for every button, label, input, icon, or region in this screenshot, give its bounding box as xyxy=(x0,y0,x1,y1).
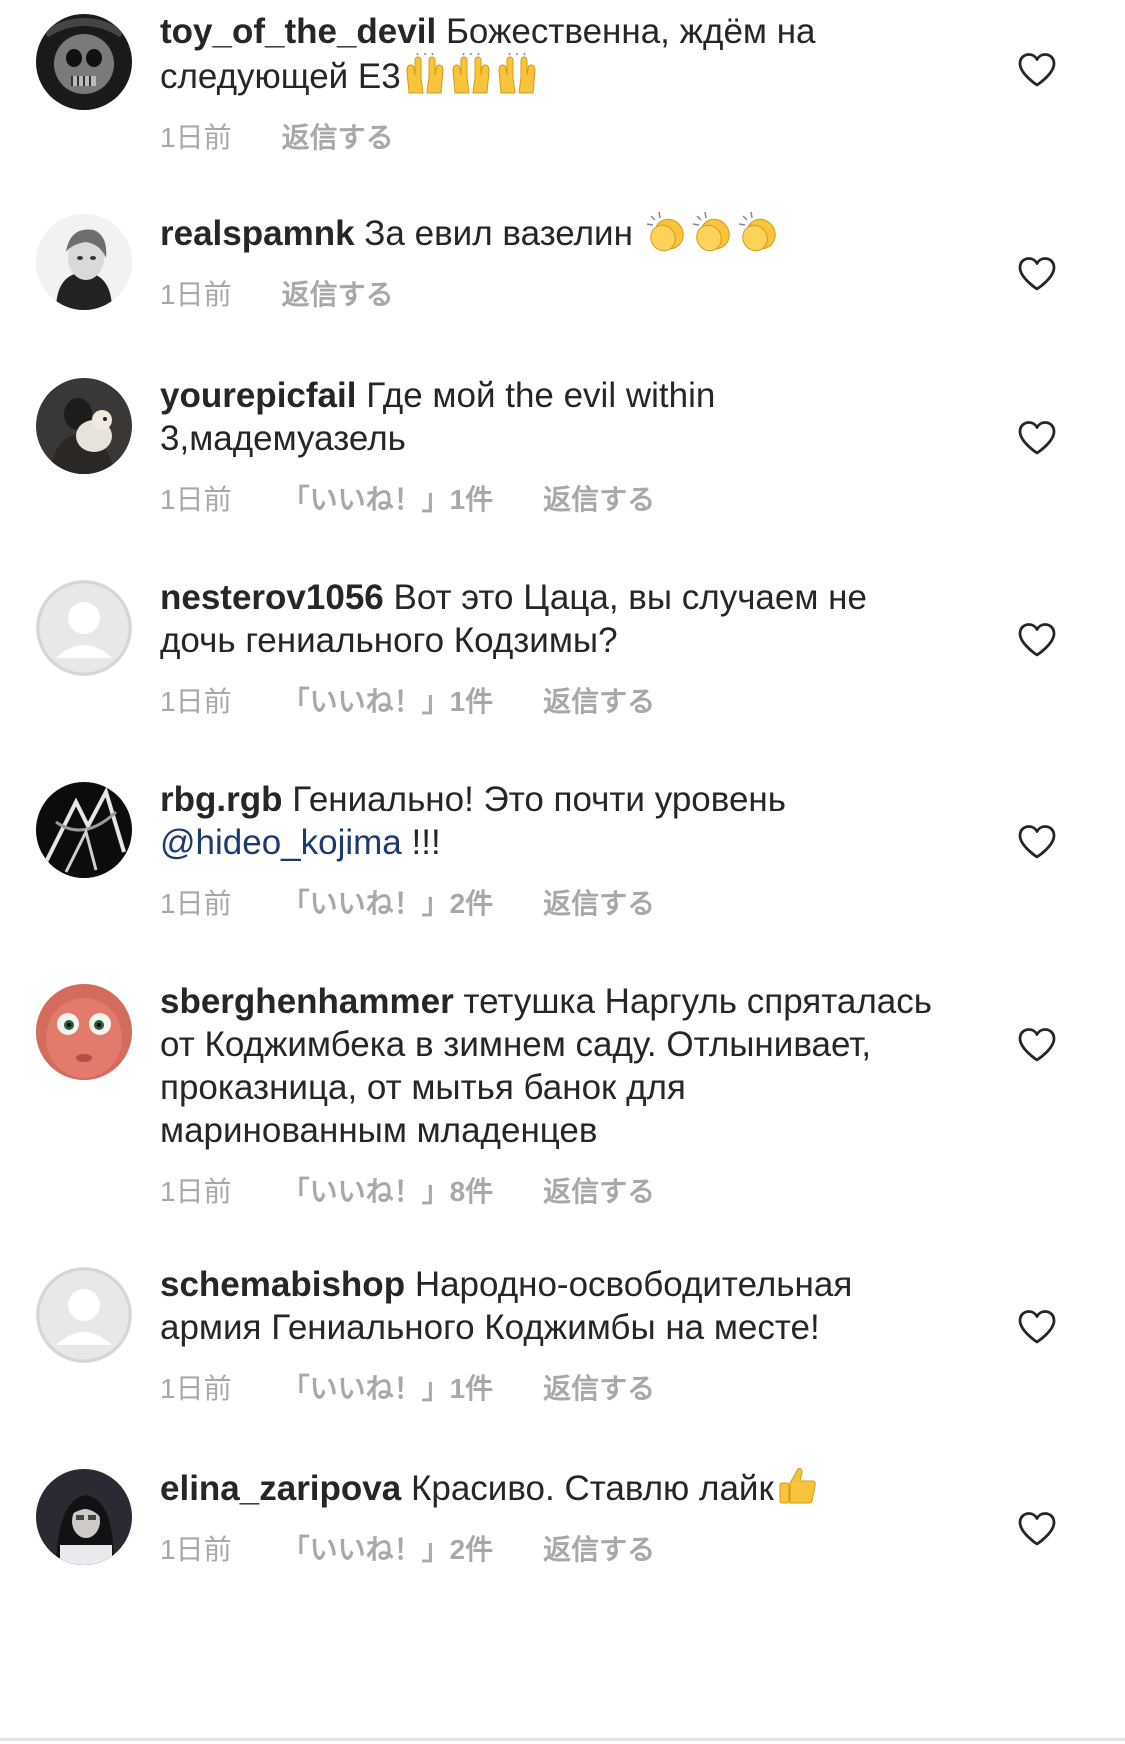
raising-hands-emoji-icon xyxy=(403,53,447,95)
like-count-link[interactable]: 「いいね！」8件 xyxy=(282,1170,494,1210)
avatar[interactable] xyxy=(36,984,132,1080)
reply-button[interactable]: 返信する xyxy=(282,273,394,313)
comment-time: 1日前 xyxy=(160,1176,232,1207)
clapping-hands-emoji-icon xyxy=(737,210,781,252)
reply-button[interactable]: 返信する xyxy=(543,1170,655,1210)
clapping-hands-emoji-icon xyxy=(691,210,735,252)
comment-body: elina_zaripova Красиво. Ставлю лайк 1日前 「い… xyxy=(160,1465,940,1568)
heart-outline-icon[interactable] xyxy=(1017,622,1057,658)
comment-body: schemabishop Народно-освободительная арм… xyxy=(160,1263,940,1407)
comment-text: toy_of_the_devil Божественна, ждём на сл… xyxy=(160,10,940,98)
reply-button[interactable]: 返信する xyxy=(543,680,655,720)
heart-outline-icon[interactable] xyxy=(1017,824,1057,860)
like-count-link[interactable]: 「いいね！」2件 xyxy=(282,1528,494,1568)
username-link[interactable]: nesterov1056 xyxy=(160,578,384,617)
comment-message: Гениально! Это почти уровень xyxy=(292,780,786,819)
comment-message: За евил вазелин xyxy=(364,214,643,253)
heart-outline-icon[interactable] xyxy=(1017,52,1057,88)
avatar[interactable] xyxy=(36,1469,132,1565)
comment-time: 1日前 xyxy=(160,686,232,717)
comment-body: toy_of_the_devil Божественна, ждём на сл… xyxy=(160,10,940,156)
comment-text: rbg.rgb Гениально! Это почти уровень @hi… xyxy=(160,778,940,864)
comment-message-tail: !!! xyxy=(401,823,441,862)
comment-meta: 1日前 「いいね！」1件 返信する xyxy=(160,1367,940,1407)
comment-meta: 1日前 「いいね！」1件 返信する xyxy=(160,680,940,720)
avatar[interactable] xyxy=(36,782,132,878)
comment-body: sberghenhammer тетушка Наргуль спряталас… xyxy=(160,980,940,1210)
comment-meta: 1日前 「いいね！」2件 返信する xyxy=(160,1528,940,1568)
comment-text: realspamnk За евил вазелин xyxy=(160,210,940,255)
heart-outline-icon[interactable] xyxy=(1017,420,1057,456)
username-link[interactable]: schemabishop xyxy=(160,1265,405,1304)
avatar[interactable] xyxy=(36,14,132,110)
comment-text: schemabishop Народно-освободительная арм… xyxy=(160,1263,940,1349)
heart-outline-icon[interactable] xyxy=(1017,1027,1057,1063)
avatar[interactable] xyxy=(36,1267,132,1363)
username-link[interactable]: toy_of_the_devil xyxy=(160,12,436,51)
comment-text: nesterov1056 Вот это Цаца, вы случаем не… xyxy=(160,576,940,662)
username-link[interactable]: yourepicfail xyxy=(160,376,356,415)
reply-button[interactable]: 返信する xyxy=(543,1528,655,1568)
avatar[interactable] xyxy=(36,378,132,474)
like-count-link[interactable]: 「いいね！」1件 xyxy=(282,1367,494,1407)
username-link[interactable]: sberghenhammer xyxy=(160,982,454,1021)
heart-outline-icon[interactable] xyxy=(1017,1511,1057,1547)
comment-time: 1日前 xyxy=(160,1534,232,1565)
comment-time: 1日前 xyxy=(160,1373,232,1404)
reply-button[interactable]: 返信する xyxy=(543,882,655,922)
comment-time: 1日前 xyxy=(160,888,232,919)
reply-button[interactable]: 返信する xyxy=(543,1367,655,1407)
comment-message: Красиво. Ставлю лайк xyxy=(410,1469,774,1508)
divider xyxy=(0,1738,1125,1741)
reply-button[interactable]: 返信する xyxy=(543,478,655,518)
comments-list: toy_of_the_devil Божественна, ждём на сл… xyxy=(0,0,1125,1744)
heart-outline-icon[interactable] xyxy=(1017,1309,1057,1345)
raising-hands-emoji-icon xyxy=(495,53,539,95)
comment-meta: 1日前 「いいね！」8件 返信する xyxy=(160,1170,940,1210)
comment-meta: 1日前 返信する xyxy=(160,273,940,313)
username-link[interactable]: elina_zaripova xyxy=(160,1469,401,1508)
comment-time: 1日前 xyxy=(160,279,232,310)
avatar[interactable] xyxy=(36,580,132,676)
username-link[interactable]: rbg.rgb xyxy=(160,780,282,819)
comment-body: nesterov1056 Вот это Цаца, вы случаем не… xyxy=(160,576,940,720)
thumbs-up-emoji-icon xyxy=(776,1465,820,1507)
comment-body: yourepicfail Где мой the evil within 3,м… xyxy=(160,374,940,518)
raising-hands-emoji-icon xyxy=(449,53,493,95)
reply-button[interactable]: 返信する xyxy=(282,116,394,156)
comment-time: 1日前 xyxy=(160,122,232,153)
clapping-hands-emoji-icon xyxy=(645,210,689,252)
username-link[interactable]: realspamnk xyxy=(160,214,355,253)
comment-time: 1日前 xyxy=(160,484,232,515)
heart-outline-icon[interactable] xyxy=(1017,256,1057,292)
comment-body: realspamnk За евил вазелин 1日前 返信する xyxy=(160,210,940,313)
like-count-link[interactable]: 「いいね！」1件 xyxy=(282,478,494,518)
avatar[interactable] xyxy=(36,214,132,310)
like-count-link[interactable]: 「いいね！」2件 xyxy=(282,882,494,922)
like-count-link[interactable]: 「いいね！」1件 xyxy=(282,680,494,720)
comment-meta: 1日前 「いいね！」1件 返信する xyxy=(160,478,940,518)
comment-meta: 1日前 「いいね！」2件 返信する xyxy=(160,882,940,922)
comment-text: yourepicfail Где мой the evil within 3,м… xyxy=(160,374,940,460)
comment-text: elina_zaripova Красиво. Ставлю лайк xyxy=(160,1465,940,1510)
comment-body: rbg.rgb Гениально! Это почти уровень @hi… xyxy=(160,778,940,922)
mention-link[interactable]: @hideo_kojima xyxy=(160,823,402,862)
comment-meta: 1日前 返信する xyxy=(160,116,940,156)
comment-text: sberghenhammer тетушка Наргуль спряталас… xyxy=(160,980,940,1152)
